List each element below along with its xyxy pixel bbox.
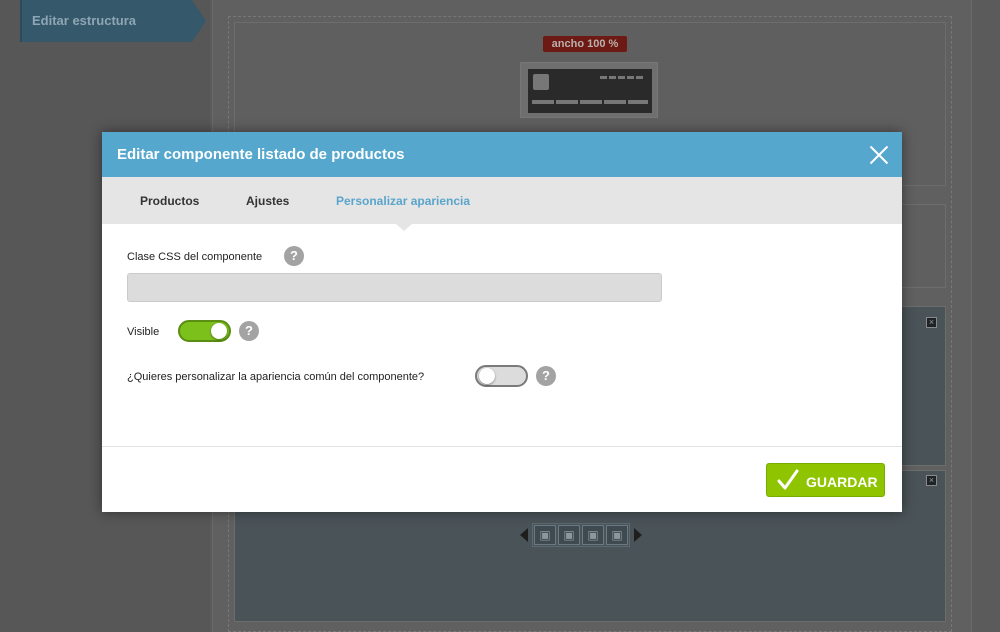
- carousel-pager: ▣ ▣ ▣ ▣: [520, 523, 642, 547]
- tab-productos[interactable]: Productos: [140, 194, 199, 208]
- dialog-footer: GUARDAR: [102, 446, 902, 512]
- toggle-knob: [211, 323, 227, 339]
- edit-structure-label: Editar estructura: [32, 13, 137, 28]
- help-icon[interactable]: ?: [239, 321, 259, 341]
- thumbnail-logo-icon: [533, 74, 549, 90]
- visible-label: Visible: [127, 326, 160, 338]
- css-class-input[interactable]: [127, 273, 662, 302]
- pager-dots: ▣ ▣ ▣ ▣: [532, 523, 630, 547]
- help-icon[interactable]: ?: [284, 246, 304, 266]
- pager-next-icon[interactable]: [634, 528, 642, 542]
- block-close-icon[interactable]: ×: [926, 475, 937, 486]
- dialog-tabs: Productos Ajustes Personalizar aparienci…: [102, 177, 902, 231]
- thumbnail-preview: [528, 69, 652, 113]
- thumbnail-menu-icon: [600, 76, 644, 79]
- close-icon[interactable]: [869, 145, 889, 165]
- pager-dot[interactable]: ▣: [606, 525, 628, 545]
- customize-appearance-label: ¿Quieres personalizar la apariencia comú…: [127, 371, 425, 383]
- edit-component-dialog: Editar componente listado de productos P…: [102, 132, 902, 512]
- dialog-body: Clase CSS del componente ? Visible ? ¿Qu…: [102, 224, 902, 446]
- save-button[interactable]: GUARDAR: [766, 463, 885, 497]
- thumbnail-nav-icon: [532, 100, 648, 104]
- tab-personalizar-apariencia[interactable]: Personalizar apariencia: [336, 194, 470, 208]
- help-icon[interactable]: ?: [536, 366, 556, 386]
- block-close-icon[interactable]: ×: [926, 317, 937, 328]
- check-icon: [777, 469, 799, 490]
- pager-dot[interactable]: ▣: [558, 525, 580, 545]
- pager-dot[interactable]: ▣: [534, 525, 556, 545]
- width-badge: ancho 100 %: [543, 36, 627, 52]
- pager-prev-icon[interactable]: [520, 528, 528, 542]
- tab-ajustes[interactable]: Ajustes: [246, 194, 289, 208]
- pager-dot[interactable]: ▣: [582, 525, 604, 545]
- customize-appearance-toggle[interactable]: [475, 365, 528, 387]
- save-label: GUARDAR: [806, 474, 878, 490]
- visible-toggle[interactable]: [178, 320, 231, 342]
- dialog-title: Editar componente listado de productos: [117, 146, 405, 163]
- dialog-header: Editar componente listado de productos: [102, 132, 902, 177]
- layout-thumbnail[interactable]: [520, 62, 658, 118]
- edit-structure-tab[interactable]: Editar estructura: [20, 0, 206, 42]
- css-class-label: Clase CSS del componente: [127, 251, 263, 263]
- toggle-knob: [479, 368, 495, 384]
